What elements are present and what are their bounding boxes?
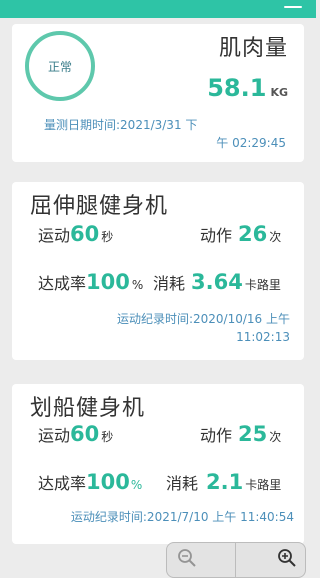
calories-row: 消耗 2.1 卡路里 — [166, 470, 281, 494]
calories-unit: 卡路里 — [244, 278, 281, 292]
reps-unit: 次 — [269, 230, 282, 244]
calories-label: 消耗 — [153, 274, 186, 293]
rate-unit: % — [131, 278, 144, 292]
duration-label: 运动 — [38, 426, 71, 445]
measure-time: 量测日期时间:2021/3/31 下 午 02:29:45 — [44, 116, 294, 152]
duration-label: 运动 — [38, 226, 71, 245]
reps-unit: 次 — [269, 430, 282, 444]
zoom-control — [166, 542, 306, 578]
reps-value: 25 — [238, 422, 268, 446]
duration-row: 运动 60 秒 — [38, 422, 113, 446]
rate-value: 100 — [86, 470, 130, 494]
rate-row: 达成率 100 % — [38, 470, 142, 494]
reps-row: 动作 26 次 — [200, 222, 281, 246]
zoom-divider — [235, 543, 236, 577]
muscle-mass-title: 肌肉量 — [218, 36, 288, 61]
duration-value: 60 — [70, 222, 100, 246]
rate-label: 达成率 — [38, 474, 87, 493]
reps-label: 动作 — [200, 226, 233, 245]
menu-icon[interactable] — [284, 6, 302, 8]
muscle-mass-value: 58.1 — [207, 74, 267, 102]
record-time-line2: 11:02:13 — [236, 330, 290, 344]
session-card[interactable]: 划船健身机 运动 60 秒 动作 25 次 达成率 100 % 消耗 2.1 卡… — [12, 384, 304, 544]
calories-value: 2.1 — [206, 470, 244, 494]
session-card[interactable]: 屈伸腿健身机 运动 60 秒 动作 26 次 达成率 100 % 消耗 3.64… — [12, 182, 304, 360]
reps-value: 26 — [238, 222, 268, 246]
reps-label: 动作 — [200, 426, 233, 445]
measure-time-line2: 午 02:29:45 — [216, 136, 286, 150]
record-time-line1: 运动纪录时间:2020/10/16 上午 — [116, 312, 290, 326]
record-time-line1: 运动纪录时间:2021/7/10 上午 11:40:54 — [70, 510, 294, 524]
duration-unit: 秒 — [101, 430, 114, 444]
duration-row: 运动 60 秒 — [38, 222, 113, 246]
machine-name: 划船健身机 — [30, 396, 146, 421]
machine-name: 屈伸腿健身机 — [30, 194, 169, 219]
status-ring: 正常 — [25, 31, 95, 101]
measure-time-line1: 量测日期时间:2021/3/31 下 — [44, 118, 198, 132]
muscle-mass-unit: KG — [270, 86, 288, 99]
rate-label: 达成率 — [38, 274, 87, 293]
duration-unit: 秒 — [101, 230, 114, 244]
calories-row: 消耗 3.64 卡路里 — [153, 270, 281, 294]
muscle-mass-value-row: 58.1 KG — [207, 74, 288, 102]
duration-value: 60 — [70, 422, 100, 446]
top-bar — [0, 0, 316, 18]
calories-unit: 卡路里 — [245, 478, 282, 492]
calories-value: 3.64 — [191, 270, 243, 294]
muscle-mass-card: 正常 肌肉量 58.1 KG 量测日期时间:2021/3/31 下 午 02:2… — [12, 24, 304, 162]
record-time: 运动纪录时间:2020/10/16 上午 11:02:13 — [50, 310, 290, 346]
record-time: 运动纪录时间:2021/7/10 上午 11:40:54 — [14, 508, 294, 526]
rate-unit: % — [130, 478, 143, 492]
zoom-out-icon[interactable] — [177, 548, 197, 568]
reps-row: 动作 25 次 — [200, 422, 281, 446]
rate-value: 100 — [86, 270, 130, 294]
calories-label: 消耗 — [166, 474, 199, 493]
zoom-in-icon[interactable] — [277, 548, 297, 568]
status-label: 正常 — [47, 59, 72, 74]
rate-row: 达成率 100 % — [38, 270, 143, 294]
